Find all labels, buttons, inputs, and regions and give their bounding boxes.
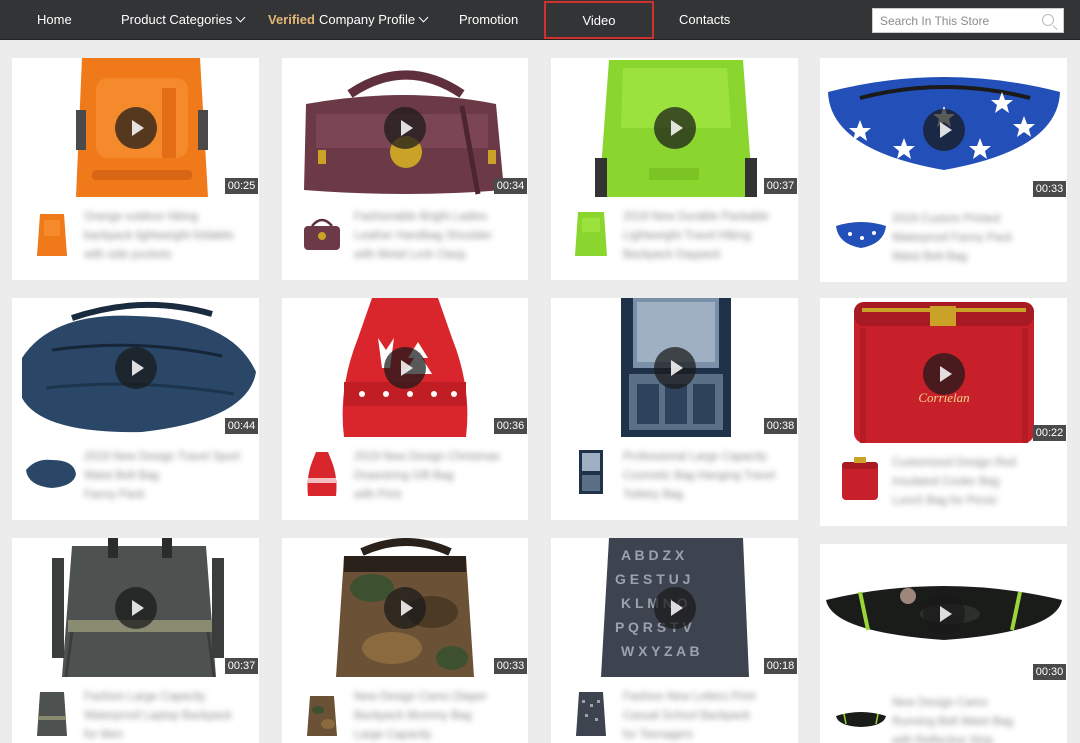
product-thumbnail xyxy=(37,214,67,256)
video-title: Fashionable Bright Ladies Leather Handbag… xyxy=(354,211,493,261)
video-duration: 00:36 xyxy=(494,418,527,434)
nav-product-categories[interactable]: Product Categories xyxy=(121,0,246,40)
video-duration: 00:33 xyxy=(494,658,527,674)
product-thumbnail xyxy=(579,450,603,494)
video-card[interactable]: 00:25 Orange outdoor hiking backpack ligh… xyxy=(12,58,259,280)
product-thumbnail xyxy=(26,459,76,488)
product-thumbnail xyxy=(842,457,878,500)
video-thumbnail[interactable]: 00:25 xyxy=(12,58,259,197)
nav-contacts[interactable]: Contacts xyxy=(679,0,730,40)
store-navigation-bar: Home Product Categories Verified Company … xyxy=(0,0,1080,40)
video-thumbnail[interactable]: 00:37 xyxy=(12,538,259,677)
video-card[interactable]: 00:37 Fashion Large Capacity Waterproof L… xyxy=(12,538,259,743)
svg-text:G E S T U J: G E S T U J xyxy=(615,571,690,587)
video-title: 2019 New Durable Packable Lightweight Tra… xyxy=(623,211,769,261)
video-title: 2019 Custom Printed Waterproof Fanny Pack… xyxy=(892,213,1013,263)
video-thumbnail[interactable]: 00:33 xyxy=(820,58,1067,199)
product-thumbnail xyxy=(576,692,606,736)
play-icon[interactable] xyxy=(653,347,696,389)
video-card[interactable]: 00:34 Fashionable Bright Ladies Leather H… xyxy=(282,58,528,280)
video-duration: 00:18 xyxy=(764,658,797,674)
svg-text:W X Y Z A B: W X Y Z A B xyxy=(621,643,700,659)
video-duration: 00:34 xyxy=(494,178,527,194)
video-title: Fashion Large Capacity Waterproof Laptop … xyxy=(84,691,232,741)
search-icon[interactable] xyxy=(1042,14,1054,26)
video-duration: 00:30 xyxy=(1033,664,1066,680)
video-thumbnail[interactable]: 00:44 xyxy=(12,298,259,437)
play-icon[interactable] xyxy=(114,347,157,389)
nav-company-profile[interactable]: Verified Company Profile xyxy=(268,0,429,40)
video-card[interactable]: 00:33 2019 Custom Printed Waterproof Fann… xyxy=(820,58,1067,282)
video-thumbnail[interactable]: Corrielan 00:22 xyxy=(820,298,1067,443)
video-duration: 00:22 xyxy=(1033,425,1066,441)
video-card[interactable]: 00:37 2019 New Durable Packable Lightweig… xyxy=(551,58,798,280)
video-duration: 00:38 xyxy=(764,418,797,434)
video-duration: 00:44 xyxy=(225,418,258,434)
product-thumbnail xyxy=(37,692,67,736)
play-icon[interactable] xyxy=(922,353,965,395)
svg-text:A B D Z X: A B D Z X xyxy=(621,547,685,563)
nav-video[interactable]: Video xyxy=(544,1,654,39)
video-thumbnail[interactable]: 00:33 xyxy=(282,538,528,677)
video-thumbnail[interactable]: 00:37 xyxy=(551,58,798,197)
video-card[interactable]: 00:38 Professional Large Capacity Cosmeti… xyxy=(551,298,798,520)
video-title: Fashion New Letters Print Casual School B… xyxy=(623,691,756,741)
nav-home-label: Home xyxy=(37,12,72,27)
nav-promotion-label: Promotion xyxy=(459,12,519,27)
store-search-input[interactable] xyxy=(873,9,1033,32)
play-icon[interactable] xyxy=(653,587,696,629)
video-card[interactable]: 00:36 2019 New Design Christmas Drawstrin… xyxy=(282,298,528,520)
store-search-box xyxy=(872,8,1064,33)
video-card[interactable]: 00:44 2019 New Design Travel Sport Waist … xyxy=(12,298,259,520)
verified-badge: Verified xyxy=(268,12,315,27)
video-duration: 00:25 xyxy=(225,178,258,194)
video-card[interactable]: Corrielan 00:22 Customized Design Red Ins… xyxy=(820,298,1067,526)
video-thumbnail[interactable]: 00:30 xyxy=(820,544,1067,683)
video-duration: 00:37 xyxy=(764,178,797,194)
nav-video-label: Video xyxy=(582,13,616,28)
video-duration: 00:37 xyxy=(225,658,258,674)
play-icon[interactable] xyxy=(384,347,426,389)
video-card[interactable]: 00:33 New Design Camo Diaper Backpack Mom… xyxy=(282,538,528,743)
video-card[interactable]: 00:30 New Design Camo Running Belt Waist … xyxy=(820,544,1067,743)
product-thumbnail xyxy=(307,452,337,496)
video-duration: 00:33 xyxy=(1033,181,1066,197)
product-thumbnail xyxy=(836,222,886,248)
product-thumbnail xyxy=(307,696,337,736)
nav-promotion[interactable]: Promotion xyxy=(459,0,518,40)
nav-product-categories-label: Product Categories xyxy=(121,12,233,27)
play-icon[interactable] xyxy=(653,107,696,149)
video-title: New Design Camo Running Belt Waist Bag wit… xyxy=(892,697,1014,743)
video-title: Professional Large Capacity Cosmetic Bag … xyxy=(623,451,776,501)
video-title: 2019 New Design Christmas Drawstring Gift… xyxy=(354,451,500,501)
nav-company-profile-label: Company Profile xyxy=(318,12,416,27)
nav-contacts-label: Contacts xyxy=(679,12,731,27)
play-icon[interactable] xyxy=(114,587,157,629)
play-icon[interactable] xyxy=(922,593,965,635)
play-icon[interactable] xyxy=(114,107,157,149)
nav-home[interactable]: Home xyxy=(37,0,72,40)
play-icon[interactable] xyxy=(922,109,965,151)
video-thumbnail[interactable]: A B D Z X G E S T U J K L M N O P Q R S … xyxy=(551,538,798,677)
chevron-down-icon xyxy=(235,12,246,23)
video-title: New Design Camo Diaper Backpack Mommy Bag… xyxy=(354,691,487,741)
video-thumbnail[interactable]: 00:34 xyxy=(282,58,528,197)
video-card[interactable]: A B D Z X G E S T U J K L M N O P Q R S … xyxy=(551,538,798,743)
product-thumbnail xyxy=(304,218,340,250)
product-thumbnail xyxy=(836,712,886,727)
chevron-down-icon xyxy=(418,12,429,23)
video-title: 2019 New Design Travel Sport Waist Belt B… xyxy=(84,451,240,501)
play-icon[interactable] xyxy=(384,107,426,149)
video-thumbnail[interactable]: 00:38 xyxy=(551,298,798,437)
video-title: Orange outdoor hiking backpack lightweigh… xyxy=(84,211,234,261)
play-icon[interactable] xyxy=(384,587,426,629)
product-thumbnail xyxy=(575,212,607,256)
video-thumbnail[interactable]: 00:36 xyxy=(282,298,528,437)
video-title: Customized Design Red Insulated Cooler Ba… xyxy=(892,457,1017,507)
